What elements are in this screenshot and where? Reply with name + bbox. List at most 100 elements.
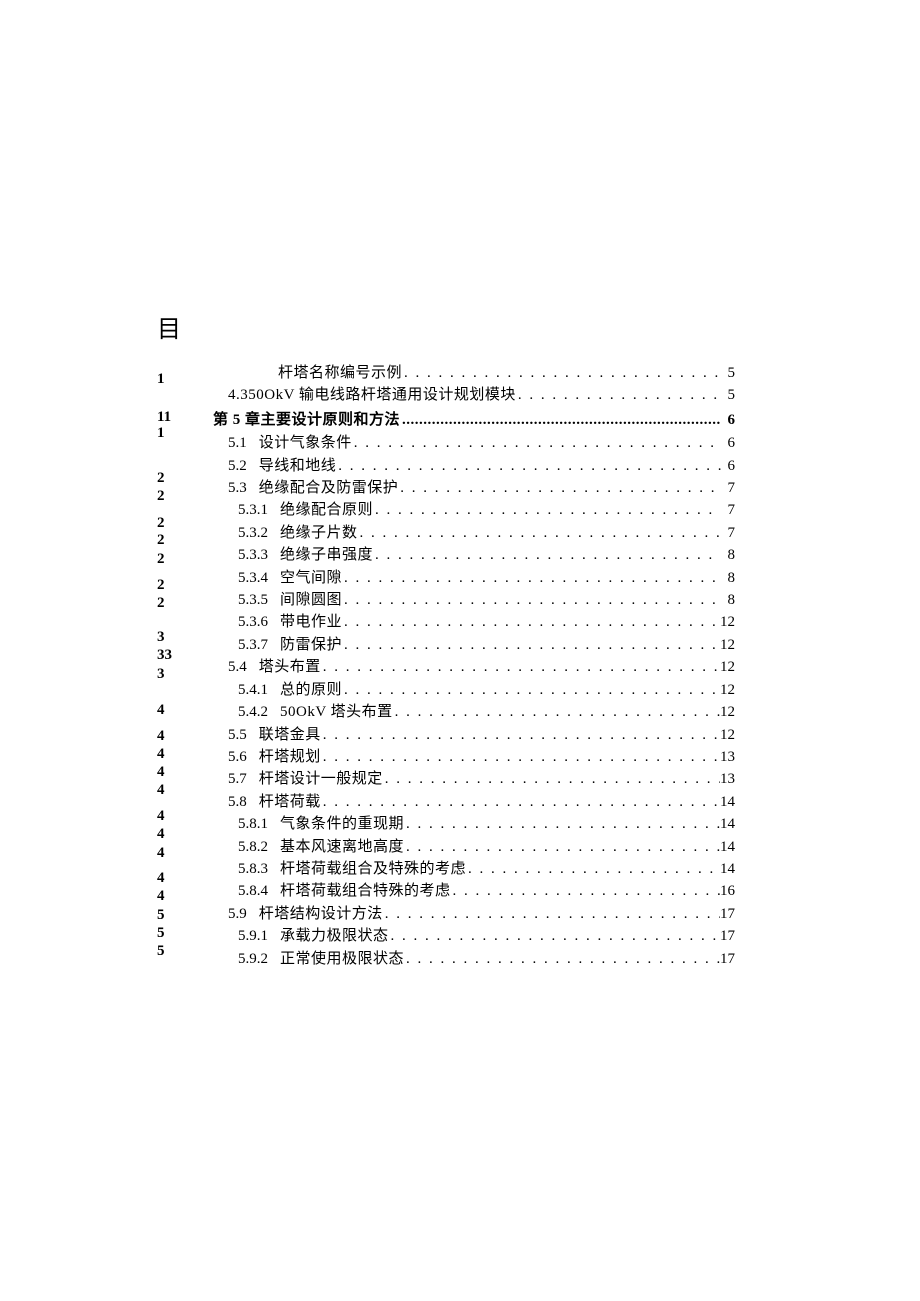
side-number: 2: [157, 516, 165, 531]
toc-entry: 5.9.1承载力极限状态 . . . . . . . . . . . . . .…: [213, 925, 735, 947]
toc-text: 空气间隙: [280, 567, 342, 589]
toc-text: 气象条件的重现期: [280, 813, 404, 835]
toc-leader: . . . . . . . . . . . . . . . . . . . . …: [389, 925, 720, 947]
toc-page: 7: [721, 499, 735, 521]
toc-entry: 5.1 设计气象条件 . . . . . . . . . . . . . . . …: [213, 432, 735, 454]
toc-text: 塔头布置: [259, 656, 321, 678]
toc-leader: . . . . . . . . . . . . . . . . . . . . …: [404, 836, 720, 858]
toc-page: 17: [720, 903, 735, 925]
side-number: 5: [157, 926, 165, 941]
toc-leader: ........................................…: [400, 409, 721, 431]
toc-number: 5.6: [213, 746, 247, 768]
toc-text: 绝缘配合及防雷保护: [259, 477, 399, 499]
toc-leader: . . . . . . . . . . . . . . . . . . . . …: [373, 499, 721, 521]
toc-text: 总的原则: [280, 679, 342, 701]
toc-leader: . . . . . . . . . . . . . . . . . . . . …: [516, 384, 721, 406]
toc-leader: . . . . . . . . . . . . . . . . . . . . …: [342, 589, 721, 611]
toc-heading: 目: [157, 309, 181, 344]
toc-entry: 5.8.1气象条件的重现期 . . . . . . . . . . . . . …: [213, 813, 735, 835]
toc-page: 17: [720, 925, 735, 947]
toc-page: 13: [720, 768, 735, 790]
side-number: 3: [157, 630, 165, 645]
toc-number: 5.3.2: [213, 522, 268, 544]
toc-leader: . . . . . . . . . . . . . . . . . . . . …: [393, 701, 720, 723]
toc-text: 杆塔荷载组合及特殊的考虑: [280, 858, 466, 880]
toc-text: 绝缘子片数: [280, 522, 358, 544]
toc-leader: . . . . . . . . . . . . . . . . . . . . …: [404, 948, 720, 970]
toc-page: 6: [721, 455, 735, 477]
side-number: 4: [157, 703, 165, 718]
toc-text: 正常使用极限状态: [280, 948, 404, 970]
toc-page: 13: [720, 746, 735, 768]
toc-text: 设计气象条件: [259, 432, 352, 454]
toc-entry: 5.8.2基本风速离地高度 . . . . . . . . . . . . . …: [213, 836, 735, 858]
toc-leader: . . . . . . . . . . . . . . . . . . . . …: [321, 656, 720, 678]
toc-leader: . . . . . . . . . . . . . . . . . . . . …: [352, 432, 721, 454]
toc-entry: 杆塔名称编号示例 . . . . . . . . . . . . . . . .…: [213, 362, 735, 384]
side-number: 3: [157, 667, 165, 682]
toc-page: 12: [720, 634, 735, 656]
toc-number: 5.3.1: [213, 499, 268, 521]
toc-number: 5.4: [213, 656, 247, 678]
side-number: 2: [157, 578, 165, 593]
toc-page: 8: [721, 589, 735, 611]
side-number: 2: [157, 596, 165, 611]
toc-number: 5.9.2: [213, 948, 268, 970]
toc-text: 杆塔荷载组合特殊的考虑: [280, 880, 451, 902]
toc-leader: . . . . . . . . . . . . . . . . . . . . …: [342, 634, 720, 656]
toc-entry: 5.3.1 绝缘配合原则 . . . . . . . . . . . . . . …: [213, 499, 735, 521]
toc-entry: 5.6杆塔规划 . . . . . . . . . . . . . . . . …: [213, 746, 735, 768]
toc-number: 5.3.5: [213, 589, 268, 611]
toc-number: 5.1: [213, 432, 247, 454]
toc-page: 5: [721, 362, 735, 384]
toc-entry: 5.3.2绝缘子片数 . . . . . . . . . . . . . . .…: [213, 522, 735, 544]
toc-number: 5.8.4: [213, 880, 268, 902]
toc-entry: 5.3.3绝缘子串强度 . . . . . . . . . . . . . . …: [213, 544, 735, 566]
toc-entry: 5.3.5 间隙圆图 . . . . . . . . . . . . . . . …: [213, 589, 735, 611]
toc-text: 杆塔荷载: [259, 791, 321, 813]
side-number: 4: [157, 827, 165, 842]
toc-page: 8: [721, 567, 735, 589]
toc-page: 16: [720, 880, 735, 902]
toc-text: 绝缘配合原则: [280, 499, 373, 521]
toc-leader: . . . . . . . . . . . . . . . . . . . . …: [336, 455, 721, 477]
toc-text: 防雷保护: [280, 634, 342, 656]
toc-page: 7: [721, 477, 735, 499]
toc-number: 5.3.3: [213, 544, 268, 566]
side-number: 4: [157, 765, 165, 780]
toc-page: 6: [721, 409, 735, 431]
toc-text: 间隙圆图: [280, 589, 342, 611]
toc-page: 6: [721, 432, 735, 454]
toc-number: 5.3.4: [213, 567, 268, 589]
side-number: 4: [157, 809, 165, 824]
toc-leader: . . . . . . . . . . . . . . . . . . . . …: [342, 611, 720, 633]
toc-leader: . . . . . . . . . . . . . . . . . . . . …: [342, 679, 720, 701]
toc-text: 第 5 章主要设计原则和方法: [213, 409, 400, 431]
toc-text: 导线和地线: [259, 455, 337, 477]
toc-page: 14: [720, 858, 735, 880]
toc-number: 5.5: [213, 724, 247, 746]
side-number: 4: [157, 889, 165, 904]
side-number: 1: [157, 372, 165, 387]
toc-page: 14: [720, 813, 735, 835]
toc-page: 7: [721, 522, 735, 544]
side-number: 5: [157, 944, 165, 959]
side-number: 2: [157, 489, 165, 504]
toc-leader: . . . . . . . . . . . . . . . . . . . . …: [402, 362, 721, 384]
toc-leader: . . . . . . . . . . . . . . . . . . . . …: [321, 746, 720, 768]
toc-number: 5.3: [213, 477, 247, 499]
toc-number: 5.8.3: [213, 858, 268, 880]
toc-number: 5.2: [213, 455, 247, 477]
side-number: 4: [157, 783, 165, 798]
toc-leader: . . . . . . . . . . . . . . . . . . . . …: [383, 768, 720, 790]
toc-page: 14: [720, 836, 735, 858]
toc-leader: . . . . . . . . . . . . . . . . . . . . …: [342, 567, 721, 589]
toc-number: 5.3.6: [213, 611, 268, 633]
toc-entry: 5.4.250OkV 塔头布置 . . . . . . . . . . . . …: [213, 701, 735, 723]
toc-text: 联塔金具: [259, 724, 321, 746]
toc-entry: 5.9.2 正常使用极限状态 . . . . . . . . . . . . . …: [213, 948, 735, 970]
toc-entry: 5.9杆塔结构设计方法 . . . . . . . . . . . . . . …: [213, 903, 735, 925]
toc-entry: 5.8.4杆塔荷载组合特殊的考虑 . . . . . . . . . . . .…: [213, 880, 735, 902]
toc-text: 杆塔名称编号示例: [278, 362, 402, 384]
side-number: 4: [157, 747, 165, 762]
